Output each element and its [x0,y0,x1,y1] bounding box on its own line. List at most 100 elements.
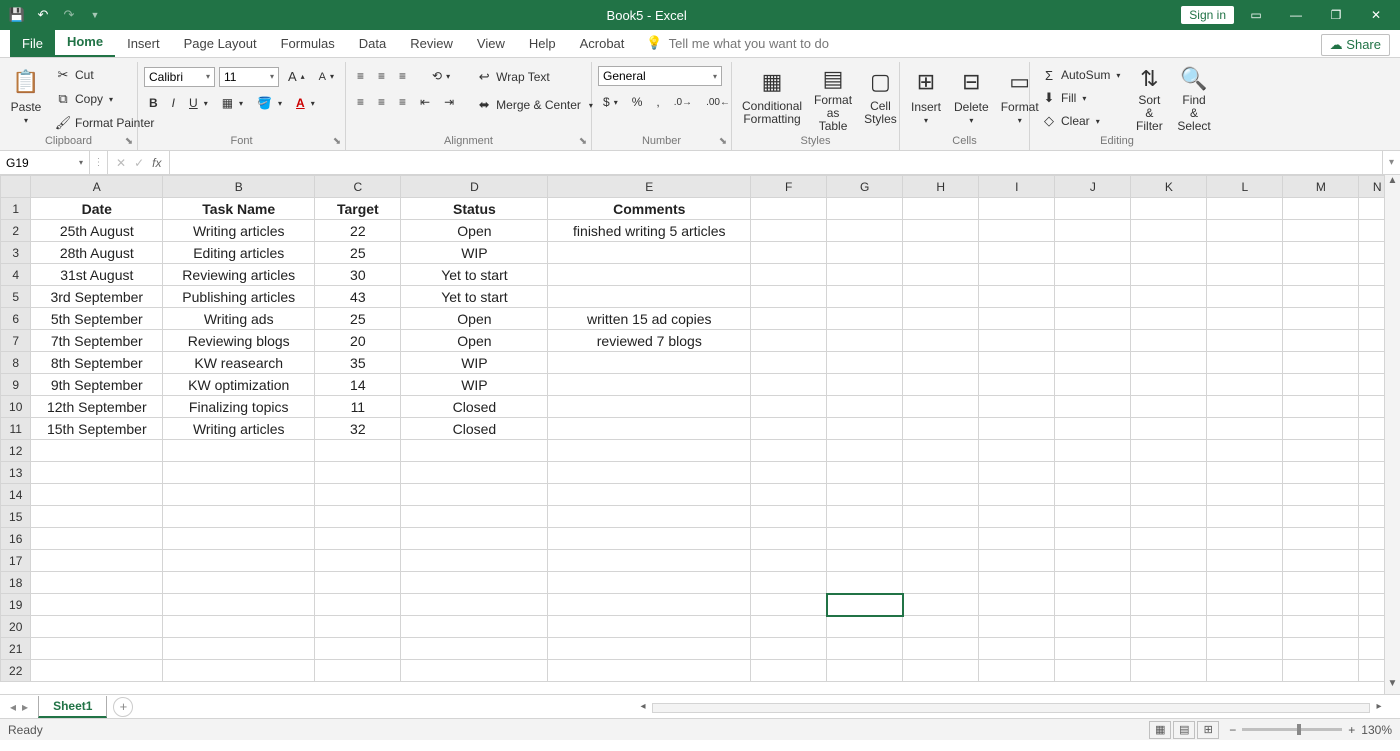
redo-icon[interactable]: ↷ [60,6,78,24]
column-header-C[interactable]: C [315,176,401,198]
cell-F21[interactable] [751,638,827,660]
cell-E1[interactable]: Comments [548,198,751,220]
cell-K21[interactable] [1131,638,1207,660]
cell-J4[interactable] [1055,264,1131,286]
cell-A2[interactable]: 25th August [31,220,163,242]
cell-L10[interactable] [1207,396,1283,418]
number-format-select[interactable]: General▾ [598,66,722,86]
font-size-select[interactable]: 11▾ [219,67,279,87]
autosum-button[interactable]: ΣAutoSum▾ [1036,64,1125,86]
cell-C15[interactable] [315,506,401,528]
cell-F9[interactable] [751,374,827,396]
tab-view[interactable]: View [465,30,517,57]
page-break-view-icon[interactable]: ⊞ [1197,721,1219,739]
row-header-22[interactable]: 22 [1,660,31,682]
cell-E17[interactable] [548,550,751,572]
row-header-16[interactable]: 16 [1,528,31,550]
cell-G22[interactable] [827,660,903,682]
row-header-1[interactable]: 1 [1,198,31,220]
cell-I4[interactable] [979,264,1055,286]
column-header-M[interactable]: M [1283,176,1359,198]
cell-C1[interactable]: Target [315,198,401,220]
cell-B15[interactable] [163,506,315,528]
undo-icon[interactable]: ↶ [34,6,52,24]
cell-L3[interactable] [1207,242,1283,264]
cell-E14[interactable] [548,484,751,506]
row-header-18[interactable]: 18 [1,572,31,594]
cell-E9[interactable] [548,374,751,396]
cell-I12[interactable] [979,440,1055,462]
cell-L9[interactable] [1207,374,1283,396]
cell-B17[interactable] [163,550,315,572]
cell-H7[interactable] [903,330,979,352]
cell-G4[interactable] [827,264,903,286]
cell-C2[interactable]: 22 [315,220,401,242]
cell-H3[interactable] [903,242,979,264]
cell-I20[interactable] [979,616,1055,638]
cell-F1[interactable] [751,198,827,220]
cell-K15[interactable] [1131,506,1207,528]
cell-L17[interactable] [1207,550,1283,572]
cell-H2[interactable] [903,220,979,242]
cell-H5[interactable] [903,286,979,308]
cell-H1[interactable] [903,198,979,220]
cell-F7[interactable] [751,330,827,352]
percent-format-icon[interactable]: % [627,92,648,112]
cell-I17[interactable] [979,550,1055,572]
cell-A11[interactable]: 15th September [31,418,163,440]
align-top-icon[interactable]: ≡ [352,66,369,86]
row-header-14[interactable]: 14 [1,484,31,506]
cell-F12[interactable] [751,440,827,462]
cell-E18[interactable] [548,572,751,594]
cell-I7[interactable] [979,330,1055,352]
cell-J6[interactable] [1055,308,1131,330]
save-icon[interactable]: 💾 [8,6,26,24]
cell-K17[interactable] [1131,550,1207,572]
cell-I21[interactable] [979,638,1055,660]
cell-B16[interactable] [163,528,315,550]
cell-B18[interactable] [163,572,315,594]
cell-H6[interactable] [903,308,979,330]
tab-data[interactable]: Data [347,30,398,57]
vertical-scrollbar[interactable]: ▲ ▼ [1384,175,1400,694]
cell-M19[interactable] [1283,594,1359,616]
cell-J17[interactable] [1055,550,1131,572]
increase-decimal-icon[interactable]: .0→ [669,94,697,111]
cell-L2[interactable] [1207,220,1283,242]
cell-styles-button[interactable]: ▢Cell Styles [860,64,901,132]
align-middle-icon[interactable]: ≡ [373,66,390,86]
cell-A17[interactable] [31,550,163,572]
cell-M21[interactable] [1283,638,1359,660]
cell-M8[interactable] [1283,352,1359,374]
share-button[interactable]: ☁ Share [1321,34,1390,56]
cell-L7[interactable] [1207,330,1283,352]
align-bottom-icon[interactable]: ≡ [394,66,411,86]
cell-F17[interactable] [751,550,827,572]
cell-G3[interactable] [827,242,903,264]
bold-button[interactable]: B [144,93,163,113]
cell-I15[interactable] [979,506,1055,528]
cell-J5[interactable] [1055,286,1131,308]
cell-J13[interactable] [1055,462,1131,484]
delete-cells-button[interactable]: ⊟Delete▾ [950,64,993,132]
cell-L6[interactable] [1207,308,1283,330]
merge-center-button[interactable]: ⬌Merge & Center▾ [471,94,598,116]
cell-B10[interactable]: Finalizing topics [163,396,315,418]
add-sheet-button[interactable]: + [113,697,133,717]
scroll-up-icon[interactable]: ▲ [1385,175,1400,191]
cell-H11[interactable] [903,418,979,440]
cell-B20[interactable] [163,616,315,638]
cell-A22[interactable] [31,660,163,682]
tab-insert[interactable]: Insert [115,30,172,57]
cell-B11[interactable]: Writing articles [163,418,315,440]
cell-D19[interactable] [401,594,548,616]
qat-customize-icon[interactable]: ▼ [86,6,104,24]
cell-C11[interactable]: 32 [315,418,401,440]
cell-L1[interactable] [1207,198,1283,220]
cell-J20[interactable] [1055,616,1131,638]
cell-B8[interactable]: KW reasearch [163,352,315,374]
cell-H9[interactable] [903,374,979,396]
cell-H10[interactable] [903,396,979,418]
cell-M22[interactable] [1283,660,1359,682]
cell-K1[interactable] [1131,198,1207,220]
